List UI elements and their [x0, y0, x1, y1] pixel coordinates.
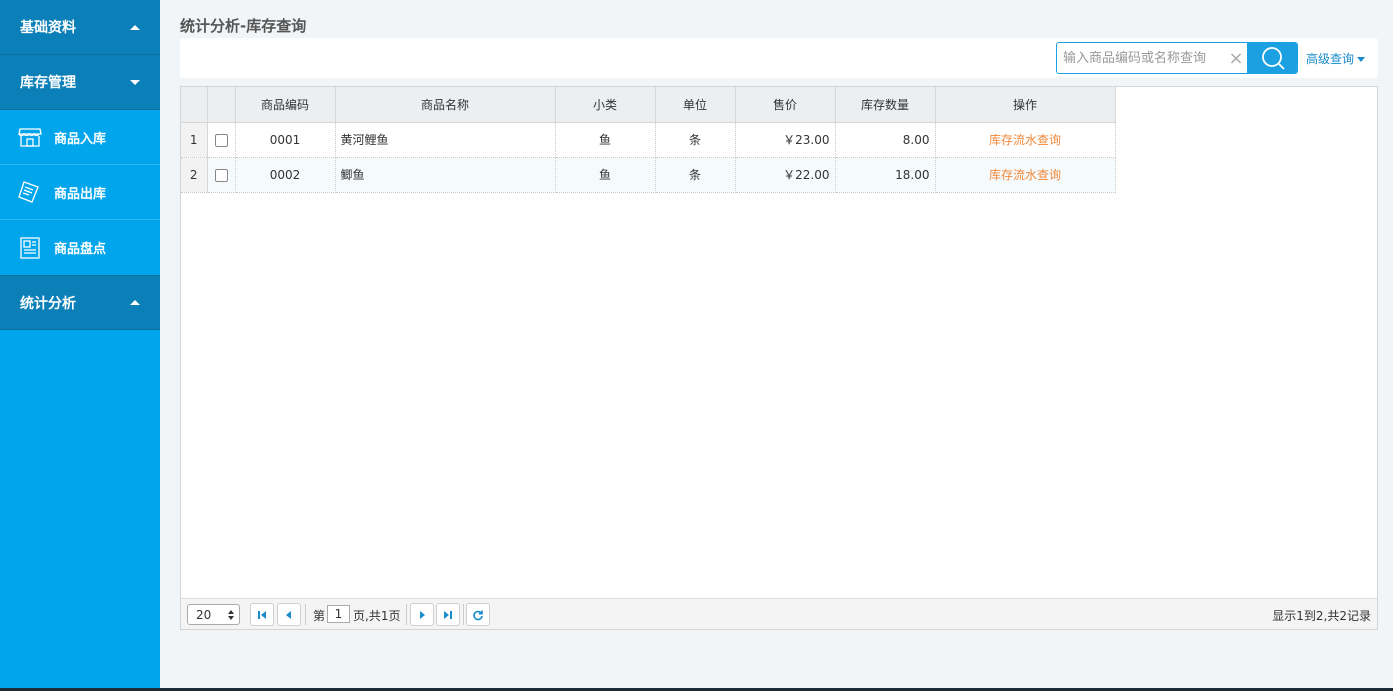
rownum-header — [181, 87, 208, 123]
prev-page-icon — [286, 610, 291, 619]
row-number: 2 — [181, 157, 208, 193]
page-suffix: 页,共1页 — [353, 609, 401, 623]
cell-category: 鱼 — [555, 157, 656, 193]
stock-ledger-link[interactable]: 库存流水查询 — [989, 168, 1061, 182]
pager-divider — [463, 604, 464, 625]
sidebar-group-inventory[interactable]: 库存管理 — [0, 55, 160, 110]
advanced-search-label: 高级查询 — [1306, 52, 1355, 66]
table-row[interactable]: 1 0001 黄河鲤鱼 鱼 条 ￥23.00 8.00 库存流水查询 — [181, 122, 1116, 158]
row-select-cell — [207, 122, 236, 158]
cell-name: 鲫鱼 — [335, 157, 556, 193]
column-header-name[interactable]: 商品名称 — [335, 87, 556, 123]
last-page-button[interactable] — [436, 603, 460, 626]
inventory-grid: 商品编码 商品名称 小类 单位 售价 库存数量 操作 1 0001 黄河鲤鱼 鱼… — [180, 86, 1378, 630]
column-header-qty[interactable]: 库存数量 — [835, 87, 936, 123]
sidebar-item-stock-check[interactable]: 商品盘点 — [0, 220, 160, 275]
sidebar-group-label: 库存管理 — [20, 75, 76, 91]
sidebar: 基础资料 库存管理 商品入库 商品出库 商品盘点 统计分析 — [0, 0, 160, 688]
next-page-icon — [420, 610, 425, 619]
cell-price: ￥23.00 — [735, 122, 836, 158]
spinner-icon — [228, 609, 234, 620]
first-page-icon — [258, 610, 266, 619]
table-row[interactable]: 2 0002 鲫鱼 鱼 条 ￥22.00 18.00 库存流水查询 — [181, 157, 1116, 193]
search-icon — [1261, 47, 1285, 70]
search-box: × — [1056, 42, 1298, 74]
advanced-search-link[interactable]: 高级查询 — [1306, 50, 1366, 67]
refresh-button[interactable] — [466, 603, 490, 626]
sidebar-group-basic-data[interactable]: 基础资料 — [0, 0, 160, 55]
column-header-unit[interactable]: 单位 — [655, 87, 736, 123]
cell-qty: 8.00 — [835, 122, 936, 158]
cell-action: 库存流水查询 — [935, 122, 1116, 158]
cell-name: 黄河鲤鱼 — [335, 122, 556, 158]
clipboard-icon — [18, 236, 42, 260]
row-checkbox[interactable] — [214, 133, 228, 147]
toolbar: × 高级查询 — [180, 38, 1378, 78]
column-header-price[interactable]: 售价 — [735, 87, 836, 123]
cell-price: ￥22.00 — [735, 157, 836, 193]
caret-down-icon — [130, 79, 140, 85]
column-header-code[interactable]: 商品编码 — [235, 87, 336, 123]
table-header-row: 商品编码 商品名称 小类 单位 售价 库存数量 操作 — [181, 87, 1116, 123]
sidebar-item-stock-out[interactable]: 商品出库 — [0, 165, 160, 220]
column-header-action: 操作 — [935, 87, 1116, 123]
refresh-icon — [473, 610, 483, 620]
select-header — [207, 87, 236, 123]
sidebar-item-label: 商品出库 — [54, 186, 107, 202]
caret-up-icon — [130, 24, 140, 30]
cell-category: 鱼 — [555, 122, 656, 158]
cell-unit: 条 — [655, 122, 736, 158]
page-prefix: 第 — [313, 609, 326, 623]
pager-divider — [305, 604, 306, 625]
sidebar-group-statistics[interactable]: 统计分析 — [0, 275, 160, 330]
pagination-bar: 20 第 1 页,共1页 显示1到2,共2记录 — [181, 598, 1377, 629]
search-input[interactable] — [1057, 43, 1223, 73]
sidebar-group-label: 基础资料 — [20, 20, 76, 36]
page-number-input[interactable]: 1 — [327, 605, 350, 623]
store-icon — [18, 125, 42, 149]
column-header-category[interactable]: 小类 — [555, 87, 656, 123]
page-size-value: 20 — [196, 607, 212, 622]
next-page-button[interactable] — [410, 603, 434, 626]
sidebar-item-label: 商品盘点 — [54, 242, 107, 257]
caret-down-icon — [1357, 57, 1366, 62]
stock-ledger-link[interactable]: 库存流水查询 — [989, 133, 1061, 147]
pager-divider — [406, 604, 407, 625]
first-page-button[interactable] — [250, 603, 274, 626]
cell-code: 0001 — [235, 122, 336, 158]
search-button[interactable] — [1247, 43, 1297, 73]
inventory-table: 商品编码 商品名称 小类 单位 售价 库存数量 操作 1 0001 黄河鲤鱼 鱼… — [181, 87, 1116, 193]
page-title: 统计分析-库存查询 — [180, 17, 307, 35]
last-page-icon — [444, 610, 452, 619]
cell-unit: 条 — [655, 157, 736, 193]
sidebar-group-label: 统计分析 — [20, 295, 76, 312]
caret-up-icon — [130, 300, 140, 305]
cell-code: 0002 — [235, 157, 336, 193]
sidebar-item-label: 商品入库 — [54, 131, 107, 147]
row-checkbox[interactable] — [214, 168, 228, 182]
cell-action: 库存流水查询 — [935, 157, 1116, 193]
page-size-select[interactable]: 20 — [187, 604, 240, 625]
clear-icon[interactable]: × — [1225, 43, 1247, 73]
receipt-icon — [18, 180, 42, 204]
row-select-cell — [207, 157, 236, 193]
row-number: 1 — [181, 122, 208, 158]
sidebar-item-stock-in[interactable]: 商品入库 — [0, 110, 160, 165]
record-info: 显示1到2,共2记录 — [1272, 609, 1371, 623]
cell-qty: 18.00 — [835, 157, 936, 193]
prev-page-button[interactable] — [277, 603, 301, 626]
